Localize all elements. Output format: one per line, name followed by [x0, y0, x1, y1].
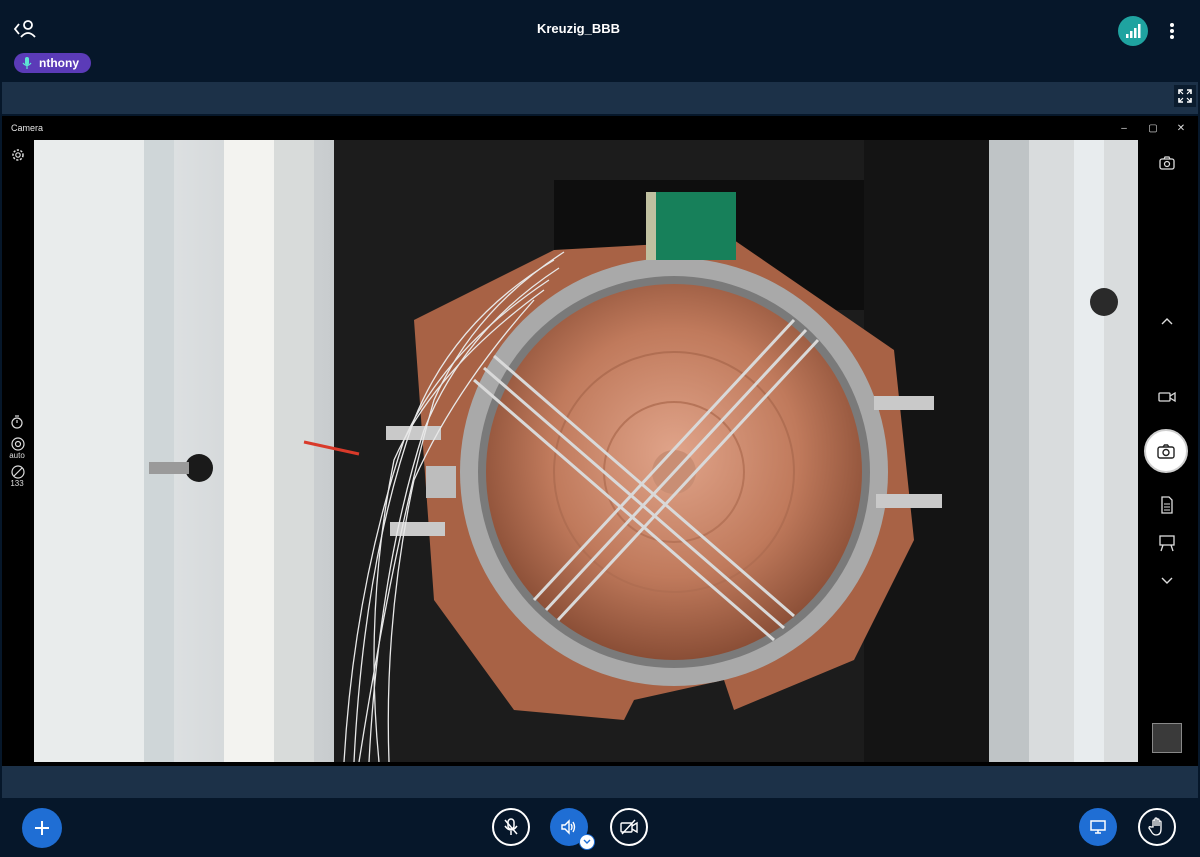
- restore-button[interactable]: ▢: [1146, 121, 1160, 135]
- chevron-down-icon: [583, 839, 591, 844]
- more-options-button[interactable]: [1162, 16, 1182, 46]
- audio-options-caret[interactable]: [579, 834, 595, 850]
- talker-name: nthony: [39, 56, 79, 70]
- connection-status-button[interactable]: [1118, 16, 1148, 46]
- microphone-muted-icon: [504, 818, 518, 835]
- video-mode-icon[interactable]: [1158, 388, 1176, 406]
- last-capture-thumbnail[interactable]: [1152, 723, 1182, 753]
- fullscreen-button[interactable]: [1174, 85, 1196, 107]
- lower-strip: [2, 766, 1198, 798]
- share-webcam-button[interactable]: [610, 808, 648, 846]
- camera-window-title: Camera: [11, 123, 44, 133]
- fullscreen-icon: [1178, 89, 1192, 103]
- chevron-down-icon[interactable]: [1158, 572, 1176, 590]
- actions-plus-button[interactable]: [22, 808, 62, 848]
- camera-feed: [34, 140, 1138, 762]
- kebab-menu-icon: [1170, 23, 1174, 39]
- screen-share-button[interactable]: [1079, 808, 1117, 846]
- focus-icon[interactable]: [10, 436, 26, 452]
- video-off-icon: [620, 819, 638, 835]
- screen-share-icon: [1090, 820, 1106, 834]
- camera-icon: [1157, 444, 1175, 459]
- speaker-icon: [561, 819, 576, 835]
- microphone-icon: [22, 57, 32, 69]
- raise-hand-icon: [1148, 817, 1162, 836]
- signal-bars-icon: [1126, 24, 1141, 38]
- document-mode-icon[interactable]: [1158, 496, 1176, 514]
- whiteboard-mode-icon[interactable]: [1158, 534, 1176, 552]
- chevron-up-icon[interactable]: [1158, 312, 1176, 330]
- camera-titlebar: [2, 116, 1198, 140]
- top-bar: [0, 0, 1200, 82]
- meeting-title: Kreuzig_BBB: [536, 21, 621, 36]
- switch-camera-icon[interactable]: [1158, 154, 1176, 172]
- raise-hand-button[interactable]: [1138, 808, 1176, 846]
- gear-icon[interactable]: [10, 147, 26, 163]
- presentation-strip: [2, 82, 1198, 114]
- plus-icon: [35, 821, 49, 835]
- timer-icon[interactable]: [10, 414, 26, 430]
- capture-photo-button[interactable]: [1144, 429, 1188, 473]
- exposure-value: 133: [10, 479, 24, 488]
- minimize-button[interactable]: –: [1117, 121, 1131, 135]
- focus-label: auto: [9, 451, 25, 460]
- close-button[interactable]: ✕: [1174, 121, 1188, 135]
- talking-indicator: nthony: [14, 53, 91, 73]
- exposure-icon[interactable]: [10, 464, 26, 480]
- bottom-control-bar: [0, 798, 1200, 857]
- mute-microphone-button[interactable]: [492, 808, 530, 846]
